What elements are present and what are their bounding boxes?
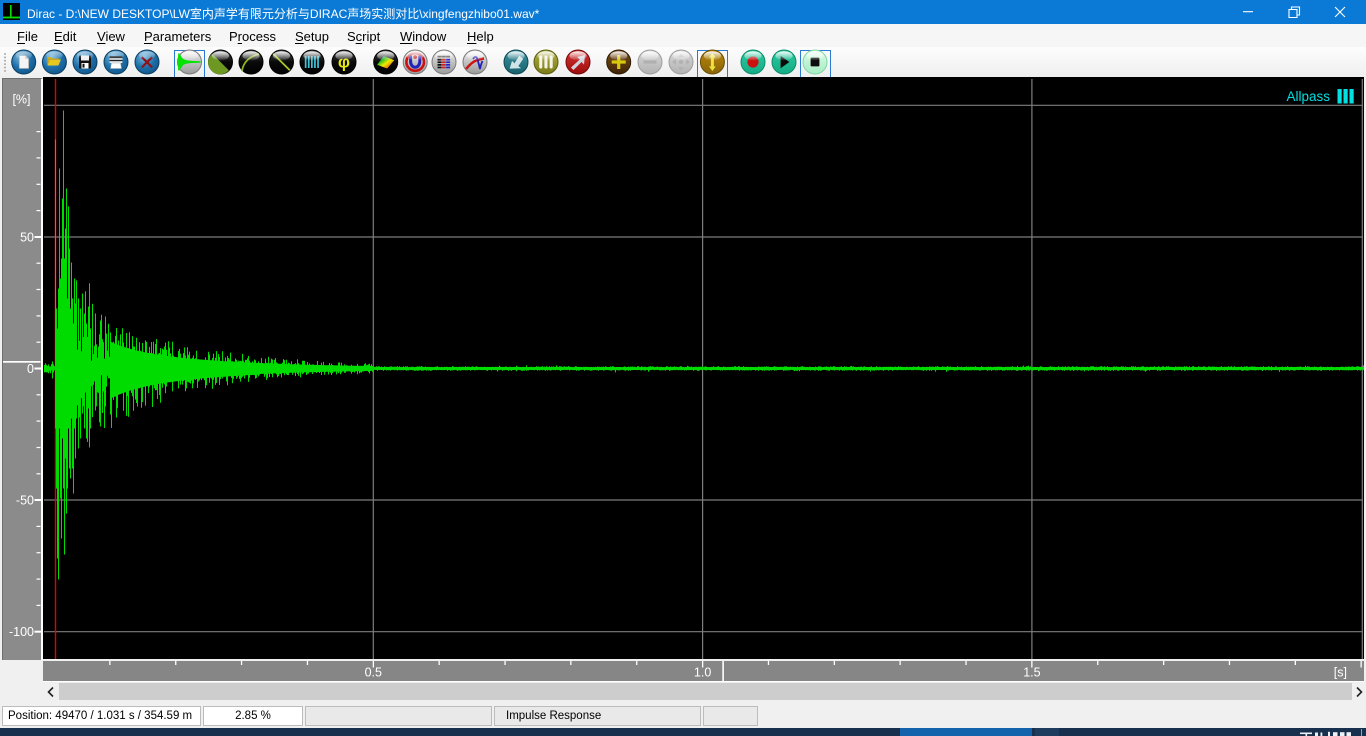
svg-text:[%]: [%] (12, 93, 30, 107)
svg-text:0.5: 0.5 (365, 666, 382, 680)
svg-text:-100: -100 (9, 625, 34, 639)
svg-text:[s]: [s] (1334, 666, 1347, 680)
svg-text:0: 0 (27, 362, 34, 376)
svg-text:50: 50 (20, 231, 34, 245)
svg-text:1.5: 1.5 (1023, 666, 1040, 680)
svg-text:Allpass: Allpass (1286, 89, 1330, 104)
svg-text:-50: -50 (16, 494, 34, 508)
svg-text:1.0: 1.0 (694, 666, 711, 680)
